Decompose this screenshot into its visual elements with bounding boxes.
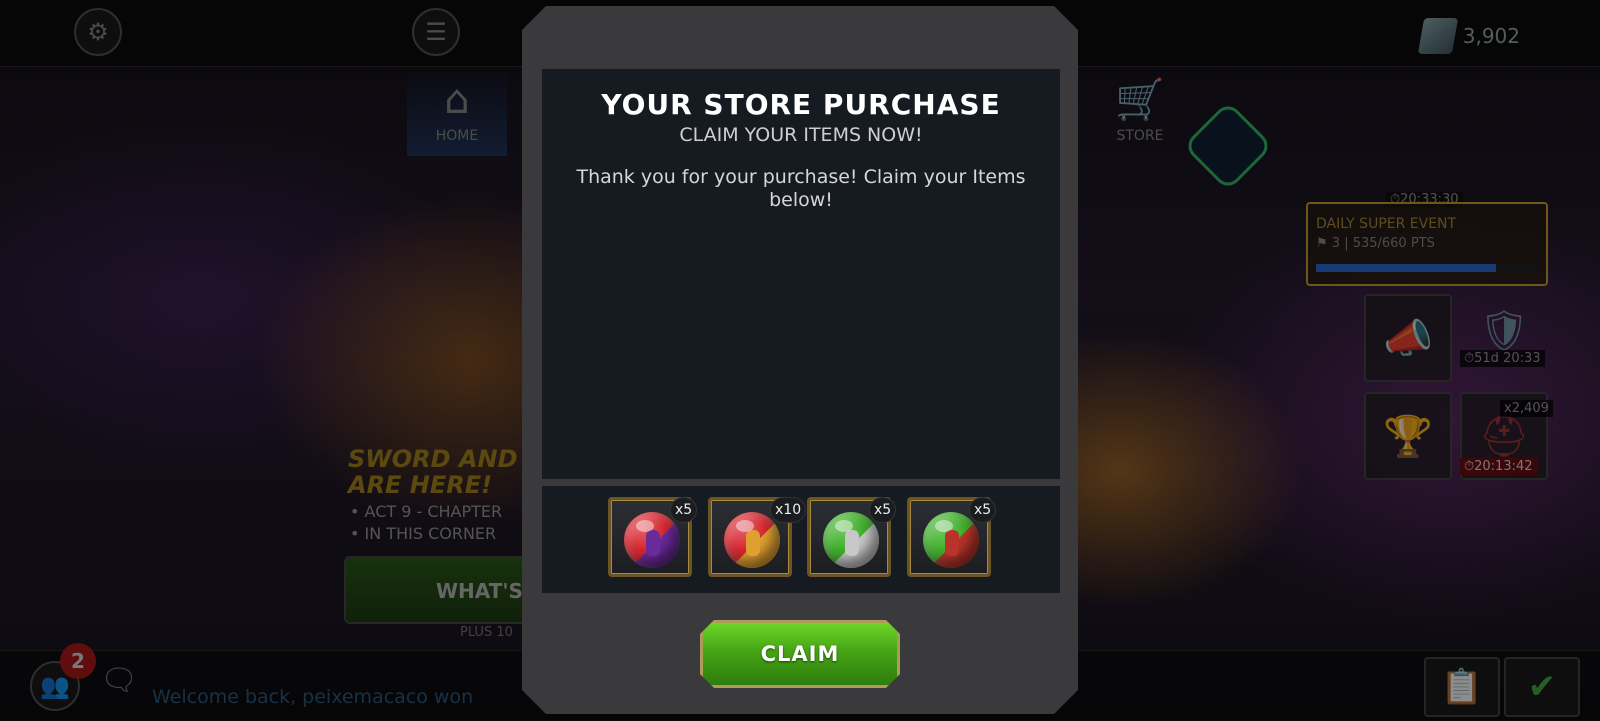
green-red-potion-orb-icon bbox=[923, 512, 979, 568]
modal-body-text: Thank you for your purchase! Claim your … bbox=[576, 166, 1026, 211]
orb-shine bbox=[935, 520, 953, 532]
orb-shine bbox=[835, 520, 853, 532]
claim-button[interactable]: CLAIM bbox=[700, 620, 900, 688]
potion-mark-icon bbox=[845, 530, 859, 556]
item-quantity-badge: x5 bbox=[869, 497, 897, 523]
item-quantity-badge: x10 bbox=[770, 497, 807, 523]
modal-title: YOUR STORE PURCHASE bbox=[601, 88, 1001, 121]
orb-shine bbox=[736, 520, 754, 532]
red-purple-potion-orb-icon bbox=[624, 512, 680, 568]
red-gold-potion-orb-icon bbox=[724, 512, 780, 568]
potion-mark-icon bbox=[646, 530, 660, 556]
orb-shine bbox=[636, 520, 654, 532]
green-silver-potion-orb-icon bbox=[823, 512, 879, 568]
potion-mark-icon bbox=[945, 530, 959, 556]
potion-mark-icon bbox=[746, 530, 760, 556]
item-quantity-badge: x5 bbox=[670, 497, 698, 523]
item-quantity-badge: x5 bbox=[969, 497, 997, 523]
modal-subtitle: CLAIM YOUR ITEMS NOW! bbox=[679, 124, 923, 146]
